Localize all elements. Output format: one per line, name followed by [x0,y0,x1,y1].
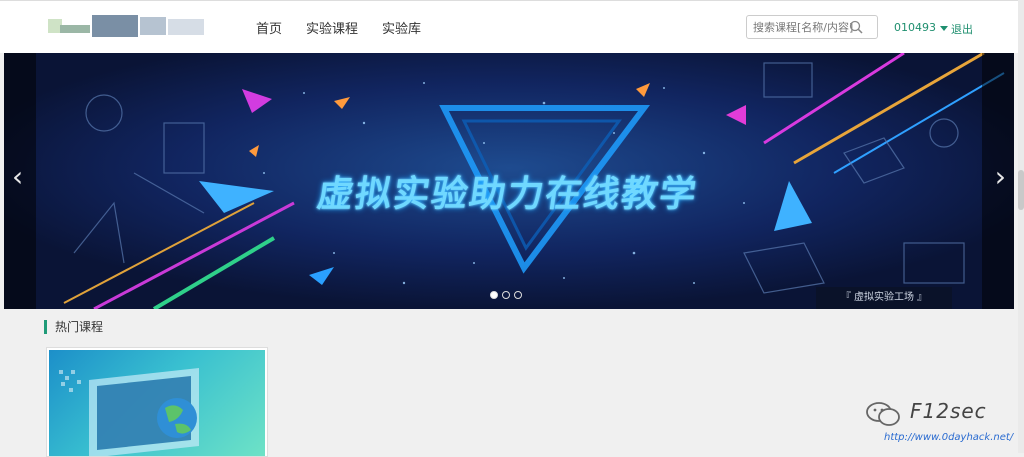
carousel-indicators [490,291,522,299]
carousel-dot-3[interactable] [514,291,522,299]
nav-courses[interactable]: 实验课程 [306,18,358,37]
banner-headline: 虚拟实验助力在线教学 [314,174,701,215]
watermark-url: http://www.0dayhack.net/ [884,432,1014,443]
section-title: 热门课程 [44,320,103,334]
top-navbar: 首页 实验课程 实验库 010493 退出 [0,0,1018,53]
hero-carousel: ‹ › 虚拟实验助力在线教学 『 虚拟实验工场 』 [4,53,1014,309]
banner-tag: 『 虚拟实验工场 』 [816,287,952,309]
wechat-icon [866,400,902,432]
search-input[interactable] [747,16,853,39]
carousel-prev-arrow-icon[interactable]: ‹ [12,163,23,191]
caret-down-icon [940,25,948,31]
carousel-next-arrow-icon[interactable]: › [995,163,1006,191]
course-thumbnail[interactable] [49,350,265,456]
search-icon[interactable] [849,20,863,34]
carousel-dot-1[interactable] [490,291,498,299]
logout-link[interactable]: 退出 [951,21,973,37]
user-menu[interactable]: 010493 [894,21,948,34]
course-card[interactable] [46,347,268,457]
main-nav: 首页 实验课程 实验库 [256,18,421,37]
laptop-globe-illustration [59,368,199,456]
scrollbar-thumb[interactable] [1018,170,1024,210]
site-logo[interactable] [48,11,208,45]
page-scrollbar[interactable] [1018,0,1024,453]
nav-home[interactable]: 首页 [256,18,282,37]
nav-lab-library[interactable]: 实验库 [382,18,421,37]
search-box [746,15,878,39]
watermark-name: F12sec [910,399,987,423]
user-id: 010493 [894,21,936,34]
carousel-dot-2[interactable] [502,291,510,299]
